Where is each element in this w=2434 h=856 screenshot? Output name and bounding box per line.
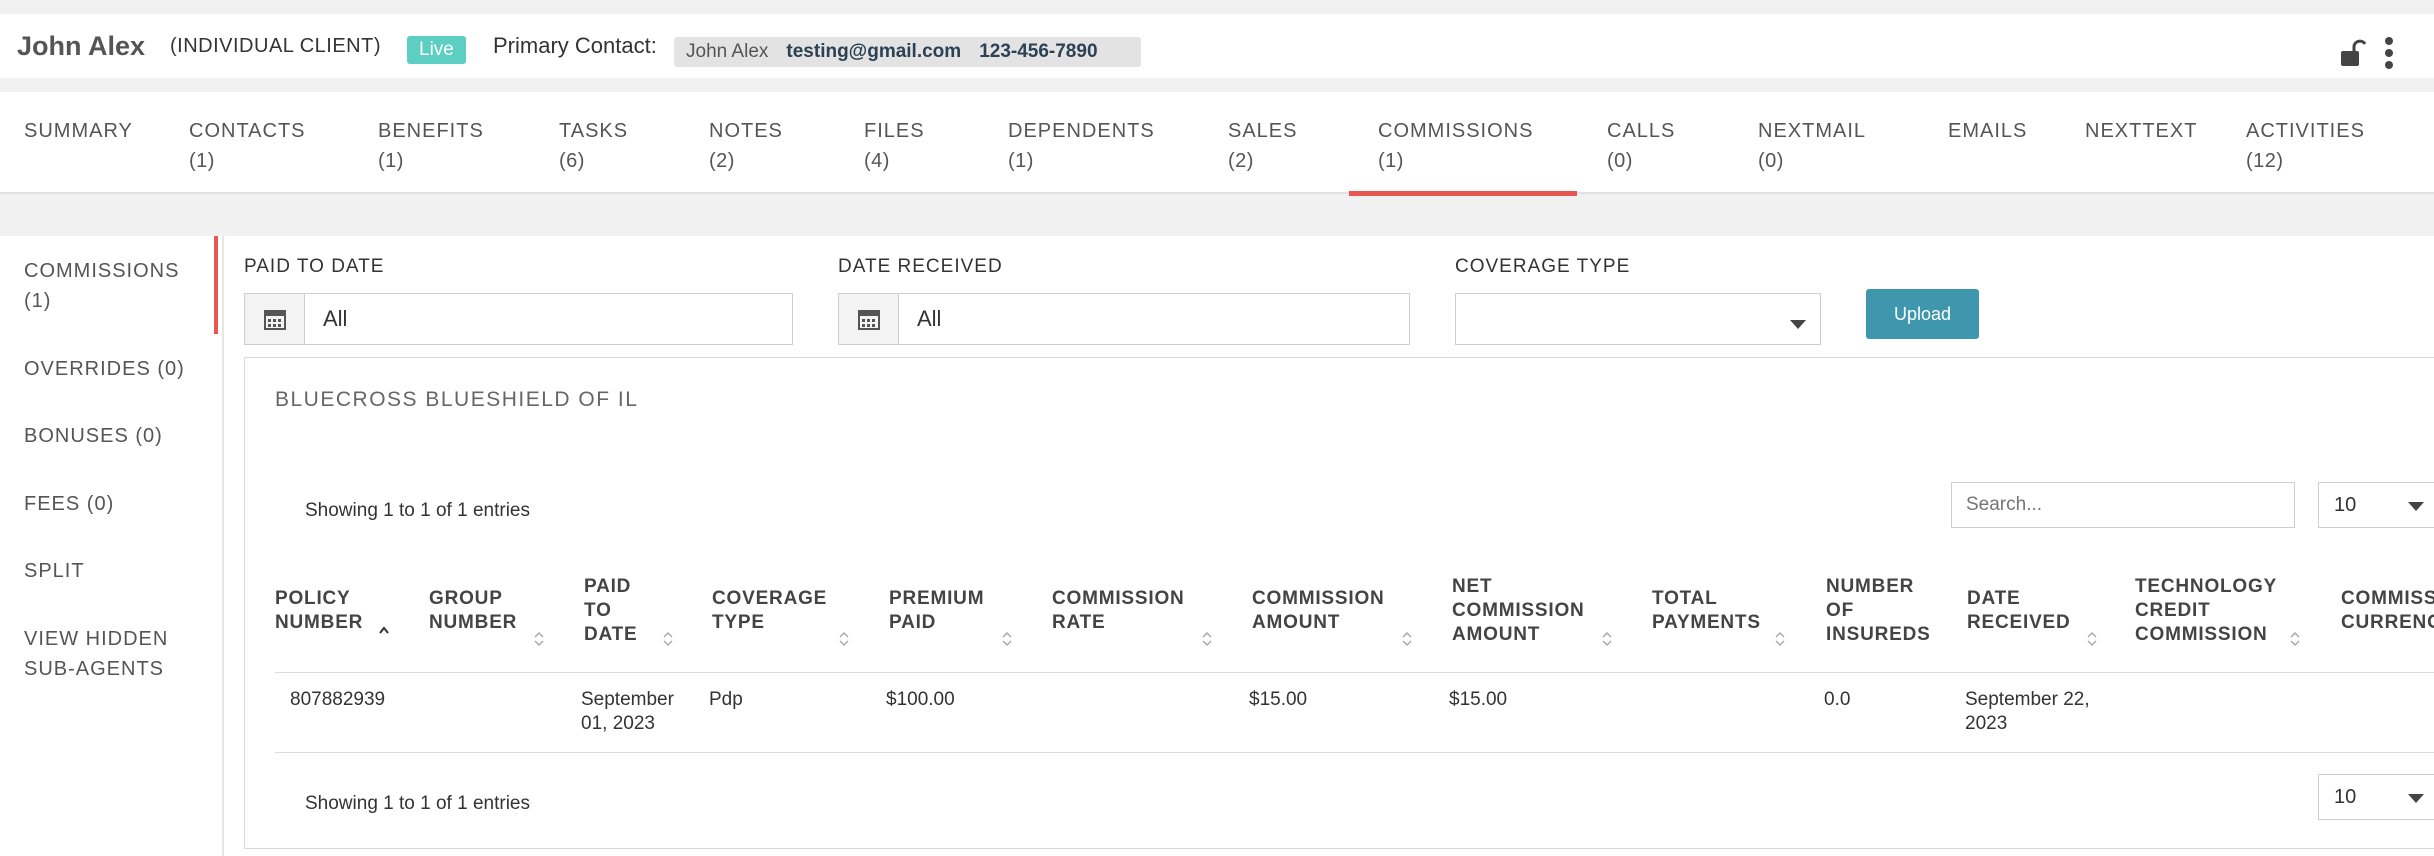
date-received-input[interactable]: All <box>838 293 1410 345</box>
col-net-commission-amount[interactable]: NET COMMISSION AMOUNT <box>1452 575 1585 647</box>
col-paid-to-date[interactable]: PAID TO DATE <box>584 575 638 647</box>
carrier-title: BLUECROSS BLUESHIELD OF IL <box>275 388 639 411</box>
tab-emails[interactable]: EMAILS <box>1948 116 2027 146</box>
side-item-split[interactable]: SPLIT <box>24 556 85 586</box>
sort-icon[interactable] <box>1001 630 1013 648</box>
active-tab-indicator <box>1349 191 1577 196</box>
tab-files[interactable]: FILES (4) <box>864 116 925 176</box>
date-received-value: All <box>917 306 942 331</box>
col-commission-amount[interactable]: COMMISSION AMOUNT <box>1252 587 1385 635</box>
cell-paid-to-date: September 01, 2023 <box>581 689 674 734</box>
col-commission-currency[interactable]: COMMISS CURRENC <box>2341 587 2434 635</box>
tab-dependents[interactable]: DEPENDENTS (1) <box>1008 116 1155 176</box>
page-length-select-top[interactable]: 10 <box>2318 482 2434 528</box>
tab-sales[interactable]: SALES (2) <box>1228 116 1297 176</box>
col-policy-number[interactable]: POLICY NUMBER <box>275 587 363 635</box>
side-active-indicator <box>214 236 218 334</box>
primary-contact-label: Primary Contact: <box>493 33 657 58</box>
commission-side-menu <box>0 236 222 856</box>
coverage-type-label: COVERAGE TYPE <box>1455 256 1631 277</box>
page-length-value: 10 <box>2334 494 2357 516</box>
cell-date-received: September 22, 2023 <box>1965 689 2090 734</box>
sort-asc-icon[interactable] <box>378 624 390 642</box>
upload-button[interactable]: Upload <box>1866 289 1979 339</box>
side-item-view-hidden-sub-agents[interactable]: VIEW HIDDEN SUB-AGENTS <box>24 624 168 684</box>
table-info-bottom: Showing 1 to 1 of 1 entries <box>305 793 530 814</box>
paid-to-date-input[interactable]: All <box>244 293 793 345</box>
col-coverage-type[interactable]: COVERAGE TYPE <box>712 587 827 635</box>
tab-commissions[interactable]: COMMISSIONS (1) <box>1378 116 1533 176</box>
tab-tasks[interactable]: TASKS (6) <box>559 116 628 176</box>
sort-icon[interactable] <box>1774 630 1786 648</box>
cell-commission-amount: $15.00 <box>1249 689 1308 710</box>
client-name: John Alex <box>17 30 146 61</box>
table-info-top: Showing 1 to 1 of 1 entries <box>305 500 530 521</box>
page-length-select-bottom[interactable]: 10 <box>2318 774 2434 820</box>
tab-summary[interactable]: SUMMARY <box>24 116 133 146</box>
tab-calls[interactable]: CALLS (0) <box>1607 116 1675 176</box>
chevron-down-icon <box>2408 794 2424 803</box>
primary-contact-box[interactable]: John Alex testing@gmail.com 123-456-7890 <box>674 37 1141 67</box>
header-divider <box>275 672 2434 673</box>
contact-email[interactable]: testing@gmail.com <box>786 37 961 67</box>
side-item-commissions[interactable]: COMMISSIONS (1) <box>24 256 179 316</box>
col-premium-paid[interactable]: PREMIUM PAID <box>889 587 984 635</box>
calendar-icon[interactable] <box>839 294 899 344</box>
tab-activities[interactable]: ACTIVITIES (12) <box>2246 116 2365 176</box>
side-item-overrides[interactable]: OVERRIDES (0) <box>24 354 185 384</box>
tab-contacts[interactable]: CONTACTS (1) <box>189 116 306 176</box>
cell-policy-number: 807882939 <box>290 689 386 710</box>
sort-icon[interactable] <box>2086 630 2098 648</box>
contact-name: John Alex <box>686 41 769 62</box>
sort-icon[interactable] <box>2289 630 2301 648</box>
kebab-menu-icon[interactable] <box>2383 36 2395 70</box>
client-type: (INDIVIDUAL CLIENT) <box>170 34 382 57</box>
chevron-down-icon <box>1790 320 1806 329</box>
chevron-down-icon <box>2408 502 2424 511</box>
side-item-fees[interactable]: FEES (0) <box>24 489 114 519</box>
paid-to-date-value: All <box>323 306 348 331</box>
sort-icon[interactable] <box>1201 630 1213 648</box>
col-commission-rate[interactable]: COMMISSION RATE <box>1052 587 1185 635</box>
row-divider <box>275 752 2434 753</box>
client-header: John Alex (INDIVIDUAL CLIENT) Live Prima… <box>0 14 2434 78</box>
cell-net-commission-amount: $15.00 <box>1449 689 1508 710</box>
col-total-payments[interactable]: TOTAL PAYMENTS <box>1652 587 1761 635</box>
tab-nextmail[interactable]: NEXTMAIL (0) <box>1758 116 1866 176</box>
tab-notes[interactable]: NOTES (2) <box>709 116 783 176</box>
tab-benefits[interactable]: BENEFITS (1) <box>378 116 484 176</box>
side-item-bonuses[interactable]: BONUSES (0) <box>24 421 163 451</box>
date-received-label: DATE RECEIVED <box>838 256 1003 277</box>
paid-to-date-label: PAID TO DATE <box>244 256 385 277</box>
sort-icon[interactable] <box>1401 630 1413 648</box>
col-technology-credit-commission[interactable]: TECHNOLOGY CREDIT COMMISSION <box>2135 575 2277 647</box>
col-number-of-insureds[interactable]: NUMBER OF INSUREDS <box>1826 575 1931 647</box>
tab-nexttext[interactable]: NEXTTEXT <box>2085 116 2197 146</box>
table-search-input[interactable] <box>1951 482 2295 528</box>
unlock-icon[interactable] <box>2339 38 2367 68</box>
col-date-received[interactable]: DATE RECEIVED <box>1967 587 2071 635</box>
page-length-value: 10 <box>2334 786 2357 808</box>
cell-number-of-insureds: 0.0 <box>1824 689 1851 710</box>
tab-bar: SUMMARY CONTACTS (1) BENEFITS (1) TASKS (6)… <box>0 92 2434 194</box>
contact-phone[interactable]: 123-456-7890 <box>979 37 1097 67</box>
status-badge: Live <box>407 36 466 64</box>
sort-icon[interactable] <box>838 630 850 648</box>
sort-icon[interactable] <box>1601 630 1613 648</box>
sort-icon[interactable] <box>662 630 674 648</box>
calendar-icon[interactable] <box>245 294 305 344</box>
cell-coverage-type: Pdp <box>709 689 743 710</box>
cell-premium-paid: $100.00 <box>886 689 955 710</box>
col-group-number[interactable]: GROUP NUMBER <box>429 587 517 635</box>
sort-icon[interactable] <box>533 630 545 648</box>
coverage-type-select[interactable] <box>1455 293 1821 345</box>
